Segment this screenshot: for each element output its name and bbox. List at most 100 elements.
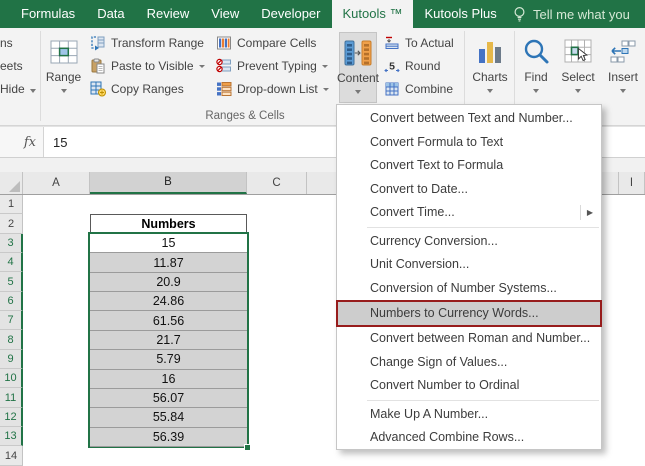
menu-item-label: Advanced Combine Rows... bbox=[370, 430, 525, 444]
row-header-11[interactable]: 11 bbox=[0, 388, 23, 408]
ribbon-button-combine[interactable]: Combine bbox=[380, 77, 458, 100]
selected-range-b3-b13[interactable]: 15 11.87 20.9 24.86 61.56 21.7 5.79 16 56.07 55.8… bbox=[88, 232, 249, 448]
submenu-divider bbox=[579, 205, 581, 221]
select-button[interactable]: Select bbox=[556, 32, 600, 103]
insert-function-button[interactable]: fx bbox=[0, 127, 44, 157]
ribbon-button-round[interactable]: 5 Round bbox=[380, 54, 458, 77]
ribbon-button-label: To Actual bbox=[405, 35, 454, 50]
tab-kutools-plus[interactable]: Kutools Plus bbox=[413, 0, 507, 28]
dropdown-arrow-icon bbox=[487, 89, 493, 93]
menu-item-currency-conversion[interactable]: Currency Conversion... bbox=[337, 230, 601, 254]
menu-item-convert-number-to-ordinal[interactable]: Convert Number to Ordinal bbox=[337, 374, 601, 398]
tab-data[interactable]: Data bbox=[86, 0, 135, 28]
menu-item-advanced-combine-rows[interactable]: Advanced Combine Rows... bbox=[337, 426, 601, 450]
row-header-12[interactable]: 12 bbox=[0, 407, 23, 428]
row-header-4[interactable]: 4 bbox=[0, 253, 23, 273]
row-header-2[interactable]: 2 bbox=[0, 214, 23, 234]
column-header-a[interactable]: A bbox=[23, 172, 90, 194]
cell-b3[interactable]: 15 bbox=[90, 234, 247, 254]
tab-kutools[interactable]: Kutools ™ bbox=[331, 0, 414, 28]
find-button[interactable]: Find bbox=[517, 32, 555, 103]
submenu-arrow-icon: ▶ bbox=[586, 208, 593, 217]
clipped-label-hide[interactable]: Hide bbox=[0, 78, 36, 101]
menu-item-unit-conversion[interactable]: Unit Conversion... bbox=[337, 253, 601, 277]
range-icon bbox=[49, 34, 79, 70]
menu-item-conversion-of-number-systems[interactable]: Conversion of Number Systems... bbox=[337, 277, 601, 301]
clipped-label-ns[interactable]: ns bbox=[0, 32, 36, 55]
row-header-9[interactable]: 9 bbox=[0, 349, 23, 370]
menu-item-change-sign-of-values[interactable]: Change Sign of Values... bbox=[337, 351, 601, 375]
row-header-1[interactable]: 1 bbox=[0, 195, 23, 215]
row-header-3[interactable]: 3 bbox=[0, 233, 23, 254]
cell-b10[interactable]: 16 bbox=[90, 369, 247, 389]
ribbon-button-label: Combine bbox=[405, 81, 454, 96]
select-all-corner[interactable] bbox=[0, 172, 23, 194]
row-header-7[interactable]: 7 bbox=[0, 311, 23, 331]
column-header-b[interactable]: B bbox=[90, 172, 247, 194]
menu-item-convert-to-date[interactable]: Convert to Date... bbox=[337, 178, 601, 202]
row-header-8[interactable]: 8 bbox=[0, 330, 23, 350]
insert-icon bbox=[608, 34, 638, 70]
menu-item-numbers-to-currency-words[interactable]: Numbers to Currency Words... bbox=[336, 300, 602, 327]
cell-b6[interactable]: 24.86 bbox=[90, 292, 247, 312]
cell-b4[interactable]: 11.87 bbox=[90, 253, 247, 273]
tell-me-label: Tell me what you bbox=[533, 6, 630, 22]
range-label: Range bbox=[45, 70, 82, 84]
dropdown-arrow-icon bbox=[575, 89, 581, 93]
svg-text:5: 5 bbox=[389, 60, 395, 72]
ribbon-button-label: Prevent Typing bbox=[237, 58, 317, 73]
select-icon bbox=[563, 34, 593, 70]
menu-item-convert-formula-to-text[interactable]: Convert Formula to Text bbox=[337, 131, 601, 155]
cell-b13[interactable]: 56.39 bbox=[90, 427, 247, 447]
tab-formulas[interactable]: Formulas bbox=[10, 0, 86, 28]
ribbon-button-label: Round bbox=[405, 58, 441, 73]
row-header-10[interactable]: 10 bbox=[0, 369, 23, 389]
submenu-indicator: ▶ bbox=[579, 201, 601, 225]
tab-developer[interactable]: Developer bbox=[250, 0, 331, 28]
cell-b7[interactable]: 61.56 bbox=[90, 311, 247, 331]
cell-b12[interactable]: 55.84 bbox=[90, 408, 247, 428]
clipped-group-labels: ns eets Hide bbox=[0, 32, 36, 101]
ribbon-button-compare-cells[interactable]: Compare Cells bbox=[212, 31, 333, 54]
range-button[interactable]: Range bbox=[42, 32, 85, 103]
menu-item-convert-time[interactable]: Convert Time... ▶ bbox=[337, 201, 601, 225]
column-header-i[interactable]: I bbox=[618, 172, 645, 194]
cell-b9[interactable]: 5.79 bbox=[90, 350, 247, 370]
row-header-6[interactable]: 6 bbox=[0, 291, 23, 312]
paste-to-visible-icon bbox=[90, 58, 106, 74]
charts-button[interactable]: Charts bbox=[467, 32, 513, 103]
menu-item-label: Convert Text to Formula bbox=[370, 158, 504, 172]
menu-item-label: Make Up A Number... bbox=[370, 406, 489, 421]
ribbon-button-prevent-typing[interactable]: Prevent Typing bbox=[212, 54, 333, 77]
tab-review[interactable]: Review bbox=[136, 0, 201, 28]
row-header-14[interactable]: 14 bbox=[0, 446, 23, 466]
insert-button[interactable]: Insert bbox=[601, 32, 645, 103]
cell-b8[interactable]: 21.7 bbox=[90, 330, 247, 351]
menu-item-convert-between-roman-and-number[interactable]: Convert between Roman and Number... bbox=[337, 327, 601, 351]
cell-b11[interactable]: 56.07 bbox=[90, 388, 247, 409]
tell-me-box[interactable]: Tell me what you bbox=[512, 0, 645, 28]
menu-item-make-up-a-number[interactable]: Make Up A Number... bbox=[337, 403, 601, 427]
big-button-label: Charts bbox=[472, 70, 508, 84]
dropdown-arrow-icon bbox=[620, 89, 626, 93]
ribbon-button-to-actual[interactable]: To Actual bbox=[380, 31, 458, 54]
dropdown-arrow-icon bbox=[29, 88, 36, 93]
cell-b2-table-title[interactable]: Numbers bbox=[90, 214, 247, 234]
ribbon-button-copy-ranges[interactable]: Copy Ranges bbox=[86, 77, 209, 100]
row-headers: 1 2 3 4 5 6 7 8 9 10 11 12 13 14 bbox=[0, 195, 23, 466]
cell-b5[interactable]: 20.9 bbox=[90, 272, 247, 293]
ribbon-button-paste-to-visible[interactable]: Paste to Visible bbox=[86, 54, 209, 77]
tab-view[interactable]: View bbox=[200, 0, 250, 28]
content-button[interactable]: Content bbox=[337, 32, 379, 103]
clipped-label-eets[interactable]: eets bbox=[0, 55, 36, 78]
column-header-c[interactable]: C bbox=[247, 172, 307, 194]
menu-item-label: Convert Formula to Text bbox=[370, 134, 504, 149]
menu-item-convert-text-to-formula[interactable]: Convert Text to Formula bbox=[337, 154, 601, 178]
row-header-13[interactable]: 13 bbox=[0, 427, 23, 447]
fill-handle[interactable] bbox=[244, 444, 251, 451]
menu-item-convert-between-text-and-number[interactable]: Convert between Text and Number... bbox=[337, 107, 601, 131]
ribbon-button-drop-down-list[interactable]: Drop-down List bbox=[212, 77, 333, 100]
ribbon-button-transform-range[interactable]: Transform Range bbox=[86, 31, 209, 54]
row-header-5[interactable]: 5 bbox=[0, 272, 23, 292]
combine-icon bbox=[384, 81, 400, 97]
